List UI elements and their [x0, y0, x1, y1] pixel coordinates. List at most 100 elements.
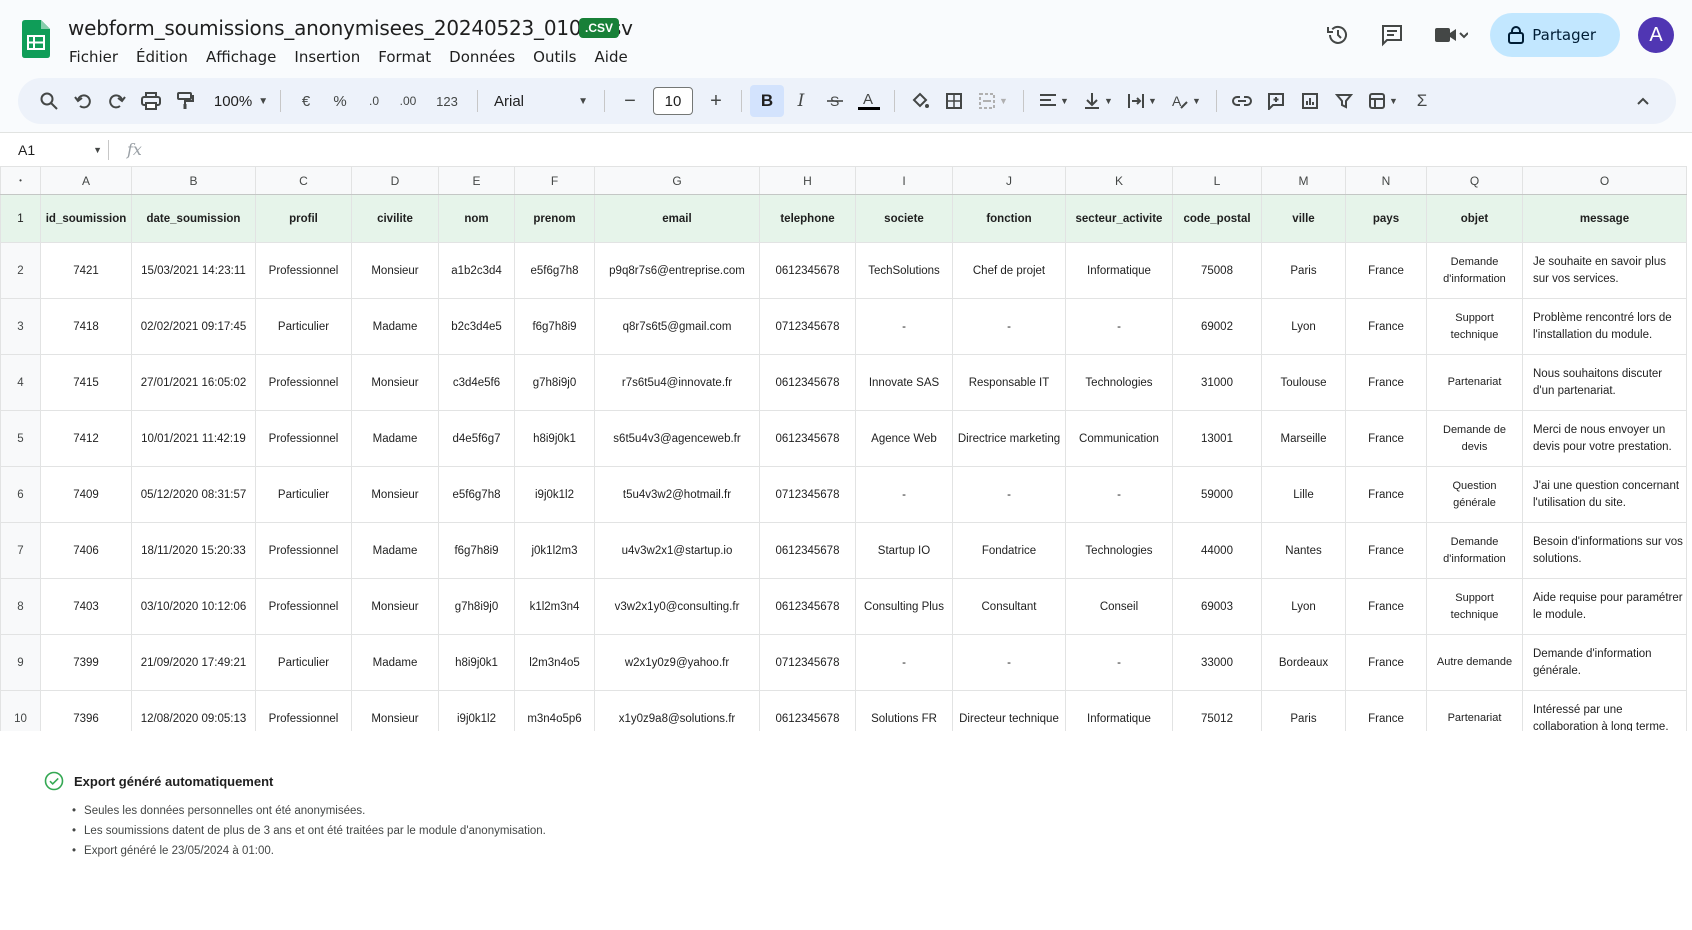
increase-decimal-button[interactable]: .00	[391, 85, 425, 117]
job-title-cell[interactable]: -	[952, 298, 1066, 355]
job-title-cell[interactable]: -	[952, 466, 1066, 523]
profile-cell[interactable]: Professionnel	[255, 354, 352, 411]
job-title-cell[interactable]: -	[952, 634, 1066, 691]
number-format-button[interactable]: 123	[425, 85, 469, 117]
row-number[interactable]: 5	[0, 410, 41, 467]
country-cell[interactable]: France	[1345, 354, 1427, 411]
subject-cell[interactable]: Demande d'information	[1426, 522, 1523, 579]
message-cell[interactable]: Nous souhaitons discuter d'un partenaria…	[1522, 354, 1687, 411]
menu-help[interactable]: Aide	[586, 46, 637, 68]
phone-cell[interactable]: 0612345678	[759, 522, 856, 579]
id-cell[interactable]: 7409	[40, 466, 132, 523]
message-cell[interactable]: Problème rencontré lors de l'installatio…	[1522, 298, 1687, 355]
city-cell[interactable]: Lyon	[1261, 298, 1346, 355]
header-cell[interactable]: telephone	[759, 194, 856, 243]
text-rotation-icon[interactable]: A ▼	[1164, 85, 1208, 117]
lastname-cell[interactable]: e5f6g7h8	[438, 466, 515, 523]
text-color-icon[interactable]: A	[852, 85, 886, 117]
message-cell[interactable]: Aide requise pour paramétrer le module.	[1522, 578, 1687, 635]
lastname-cell[interactable]: f6g7h8i9	[438, 522, 515, 579]
civility-cell[interactable]: Monsieur	[351, 578, 439, 635]
profile-cell[interactable]: Particulier	[255, 634, 352, 691]
decrease-decimal-button[interactable]: .0	[357, 85, 391, 117]
profile-cell[interactable]: Particulier	[255, 298, 352, 355]
firstname-cell[interactable]: i9j0k1l2	[514, 466, 595, 523]
sector-cell[interactable]: Informatique	[1065, 242, 1173, 299]
postal-code-cell[interactable]: 33000	[1172, 634, 1262, 691]
text-wrapping-icon[interactable]: ▼	[1120, 85, 1164, 117]
country-cell[interactable]: France	[1345, 298, 1427, 355]
city-cell[interactable]: Marseille	[1261, 410, 1346, 467]
lastname-cell[interactable]: h8i9j0k1	[438, 634, 515, 691]
subject-cell[interactable]: Support technique	[1426, 578, 1523, 635]
row-number[interactable]: 7	[0, 522, 41, 579]
subject-cell[interactable]: Partenariat	[1426, 354, 1523, 411]
column-header[interactable]: E	[438, 166, 515, 195]
id-cell[interactable]: 7403	[40, 578, 132, 635]
lastname-cell[interactable]: d4e5f6g7	[438, 410, 515, 467]
menu-insert[interactable]: Insertion	[285, 46, 369, 68]
date-cell[interactable]: 10/01/2021 11:42:19	[131, 410, 256, 467]
firstname-cell[interactable]: h8i9j0k1	[514, 410, 595, 467]
header-cell[interactable]: profil	[255, 194, 352, 243]
column-header[interactable]: N	[1345, 166, 1427, 195]
profile-cell[interactable]: Professionnel	[255, 242, 352, 299]
email-cell[interactable]: s6t5u4v3@agenceweb.fr	[594, 410, 760, 467]
share-button[interactable]: Partager	[1490, 13, 1620, 57]
company-cell[interactable]: -	[855, 298, 953, 355]
profile-cell[interactable]: Professionnel	[255, 522, 352, 579]
version-history-icon[interactable]	[1318, 15, 1358, 55]
subject-cell[interactable]: Support technique	[1426, 298, 1523, 355]
date-cell[interactable]: 03/10/2020 10:12:06	[131, 578, 256, 635]
row-number[interactable]: 6	[0, 466, 41, 523]
id-cell[interactable]: 7399	[40, 634, 132, 691]
header-cell[interactable]: prenom	[514, 194, 595, 243]
insert-chart-icon[interactable]	[1293, 85, 1327, 117]
city-cell[interactable]: Nantes	[1261, 522, 1346, 579]
column-header[interactable]: O	[1522, 166, 1687, 195]
phone-cell[interactable]: 0612345678	[759, 410, 856, 467]
email-cell[interactable]: q8r7s6t5@gmail.com	[594, 298, 760, 355]
redo-icon[interactable]	[100, 85, 134, 117]
civility-cell[interactable]: Monsieur	[351, 466, 439, 523]
borders-icon[interactable]	[937, 85, 971, 117]
header-cell[interactable]: message	[1522, 194, 1687, 243]
column-header[interactable]: F	[514, 166, 595, 195]
message-cell[interactable]: Merci de nous envoyer un devis pour votr…	[1522, 410, 1687, 467]
insert-comment-icon[interactable]	[1259, 85, 1293, 117]
column-header[interactable]: M	[1261, 166, 1346, 195]
header-cell[interactable]: ville	[1261, 194, 1346, 243]
phone-cell[interactable]: 0712345678	[759, 634, 856, 691]
date-cell[interactable]: 21/09/2020 17:49:21	[131, 634, 256, 691]
firstname-cell[interactable]: k1l2m3n4	[514, 578, 595, 635]
column-header[interactable]: C	[255, 166, 352, 195]
column-header[interactable]: Q	[1426, 166, 1523, 195]
menu-data[interactable]: Données	[440, 46, 524, 68]
company-cell[interactable]: TechSolutions	[855, 242, 953, 299]
postal-code-cell[interactable]: 44000	[1172, 522, 1262, 579]
message-cell[interactable]: Demande d'information générale.	[1522, 634, 1687, 691]
email-cell[interactable]: u4v3w2x1@startup.io	[594, 522, 760, 579]
column-header[interactable]: B	[131, 166, 256, 195]
message-cell[interactable]: J'ai une question concernant l'utilisati…	[1522, 466, 1687, 523]
date-cell[interactable]: 18/11/2020 15:20:33	[131, 522, 256, 579]
menu-edit[interactable]: Édition	[127, 46, 197, 68]
postal-code-cell[interactable]: 31000	[1172, 354, 1262, 411]
filter-views-icon[interactable]: ▼	[1361, 85, 1405, 117]
city-cell[interactable]: Bordeaux	[1261, 634, 1346, 691]
civility-cell[interactable]: Madame	[351, 634, 439, 691]
font-select[interactable]: Arial ▼	[486, 85, 596, 117]
paint-format-icon[interactable]	[168, 85, 202, 117]
search-icon[interactable]	[32, 85, 66, 117]
id-cell[interactable]: 7415	[40, 354, 132, 411]
lastname-cell[interactable]: c3d4e5f6	[438, 354, 515, 411]
sector-cell[interactable]: Technologies	[1065, 522, 1173, 579]
name-box[interactable]: A1 ▼	[0, 142, 108, 158]
bold-button[interactable]: B	[750, 85, 784, 117]
phone-cell[interactable]: 0712345678	[759, 298, 856, 355]
column-header[interactable]: H	[759, 166, 856, 195]
company-cell[interactable]: Agence Web	[855, 410, 953, 467]
header-cell[interactable]: code_postal	[1172, 194, 1262, 243]
fill-color-icon[interactable]	[903, 85, 937, 117]
email-cell[interactable]: p9q8r7s6@entreprise.com	[594, 242, 760, 299]
